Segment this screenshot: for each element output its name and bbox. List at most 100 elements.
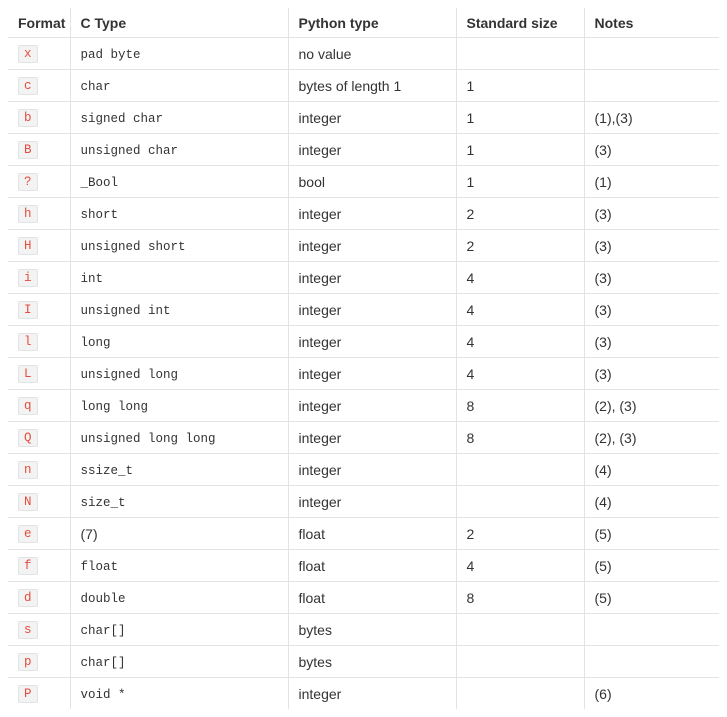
table-row: nssize_tinteger(4) bbox=[8, 454, 719, 486]
ctype-text: unsigned char bbox=[81, 144, 179, 158]
cell-notes: (3) bbox=[584, 134, 719, 166]
table-row: hshortinteger2(3) bbox=[8, 198, 719, 230]
cell-ptype: integer bbox=[288, 390, 456, 422]
col-header-notes: Notes bbox=[584, 8, 719, 38]
cell-ptype: float bbox=[288, 518, 456, 550]
ctype-text: ssize_t bbox=[81, 464, 134, 478]
format-code: I bbox=[18, 301, 38, 319]
cell-format: N bbox=[8, 486, 70, 518]
table-row: cchar bytes of length 11 bbox=[8, 70, 719, 102]
cell-ptype: float bbox=[288, 550, 456, 582]
cell-ctype: signed char bbox=[70, 102, 288, 134]
cell-size: 8 bbox=[456, 422, 584, 454]
ctype-text: short bbox=[81, 208, 119, 222]
cell-format: c bbox=[8, 70, 70, 102]
cell-ptype: no value bbox=[288, 38, 456, 70]
format-code: x bbox=[18, 45, 38, 63]
cell-size bbox=[456, 454, 584, 486]
ctype-text: unsigned short bbox=[81, 240, 186, 254]
cell-ctype: char[] bbox=[70, 646, 288, 678]
cell-ctype: unsigned short bbox=[70, 230, 288, 262]
cell-notes: (1),(3) bbox=[584, 102, 719, 134]
col-header-ctype: C Type bbox=[70, 8, 288, 38]
cell-ptype: integer bbox=[288, 358, 456, 390]
table-row: ?_Boolbool1(1) bbox=[8, 166, 719, 198]
cell-ctype: size_t bbox=[70, 486, 288, 518]
struct-format-table: Format C Type Python type Standard size … bbox=[8, 8, 719, 709]
cell-ptype: bytes of length 1 bbox=[288, 70, 456, 102]
cell-size: 1 bbox=[456, 134, 584, 166]
cell-notes: (3) bbox=[584, 326, 719, 358]
ctype-text: char[] bbox=[81, 624, 126, 638]
cell-format: e bbox=[8, 518, 70, 550]
format-code: L bbox=[18, 365, 38, 383]
cell-ctype: unsigned char bbox=[70, 134, 288, 166]
cell-size: 4 bbox=[456, 358, 584, 390]
cell-ctype: char[] bbox=[70, 614, 288, 646]
cell-notes: (1) bbox=[584, 166, 719, 198]
cell-size bbox=[456, 38, 584, 70]
cell-format: Q bbox=[8, 422, 70, 454]
cell-format: p bbox=[8, 646, 70, 678]
cell-size: 4 bbox=[456, 550, 584, 582]
cell-size bbox=[456, 614, 584, 646]
cell-ctype: _Bool bbox=[70, 166, 288, 198]
table-row: ddoublefloat8(5) bbox=[8, 582, 719, 614]
ctype-text: unsigned int bbox=[81, 304, 171, 318]
cell-format: d bbox=[8, 582, 70, 614]
cell-format: f bbox=[8, 550, 70, 582]
cell-size: 4 bbox=[456, 294, 584, 326]
cell-notes bbox=[584, 646, 719, 678]
table-row: Bunsigned charinteger1(3) bbox=[8, 134, 719, 166]
cell-notes: (3) bbox=[584, 198, 719, 230]
cell-notes bbox=[584, 38, 719, 70]
format-code: N bbox=[18, 493, 38, 511]
cell-notes: (5) bbox=[584, 518, 719, 550]
cell-ptype: integer bbox=[288, 326, 456, 358]
format-code: B bbox=[18, 141, 38, 159]
cell-notes bbox=[584, 614, 719, 646]
cell-size: 2 bbox=[456, 518, 584, 550]
cell-format: i bbox=[8, 262, 70, 294]
ctype-text: char bbox=[81, 80, 111, 94]
col-header-size: Standard size bbox=[456, 8, 584, 38]
format-code: ? bbox=[18, 173, 38, 191]
cell-ctype: pad byte bbox=[70, 38, 288, 70]
ctype-text: (7) bbox=[81, 526, 98, 542]
cell-format: q bbox=[8, 390, 70, 422]
cell-notes bbox=[584, 70, 719, 102]
cell-notes: (2), (3) bbox=[584, 422, 719, 454]
ctype-text: pad byte bbox=[81, 48, 141, 62]
table-row: bsigned charinteger1(1),(3) bbox=[8, 102, 719, 134]
cell-ctype: void * bbox=[70, 678, 288, 710]
format-code: f bbox=[18, 557, 38, 575]
cell-size: 1 bbox=[456, 70, 584, 102]
cell-ptype: bool bbox=[288, 166, 456, 198]
cell-ctype: int bbox=[70, 262, 288, 294]
table-row: Qunsigned long longinteger8(2), (3) bbox=[8, 422, 719, 454]
ctype-text: _Bool bbox=[81, 176, 119, 190]
cell-size bbox=[456, 646, 584, 678]
format-code: n bbox=[18, 461, 38, 479]
cell-ptype: integer bbox=[288, 198, 456, 230]
table-row: Iunsigned intinteger4(3) bbox=[8, 294, 719, 326]
ctype-text: long long bbox=[81, 400, 149, 414]
ctype-text: signed char bbox=[81, 112, 164, 126]
format-code: Q bbox=[18, 429, 38, 447]
format-code: p bbox=[18, 653, 38, 671]
cell-format: ? bbox=[8, 166, 70, 198]
cell-size bbox=[456, 678, 584, 710]
table-row: pchar[]bytes bbox=[8, 646, 719, 678]
cell-format: b bbox=[8, 102, 70, 134]
format-code: s bbox=[18, 621, 38, 639]
table-header-row: Format C Type Python type Standard size … bbox=[8, 8, 719, 38]
ctype-text: char[] bbox=[81, 656, 126, 670]
cell-ptype: integer bbox=[288, 454, 456, 486]
cell-ctype: (7) bbox=[70, 518, 288, 550]
cell-ptype: integer bbox=[288, 486, 456, 518]
ctype-text: void * bbox=[81, 688, 126, 702]
cell-ctype: unsigned long bbox=[70, 358, 288, 390]
cell-size: 4 bbox=[456, 326, 584, 358]
cell-ctype: char bbox=[70, 70, 288, 102]
cell-format: n bbox=[8, 454, 70, 486]
